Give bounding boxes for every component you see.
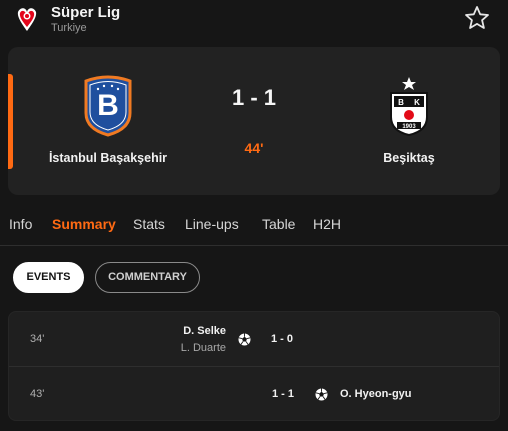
tab-info[interactable]: Info <box>9 216 32 232</box>
top-bar: Süper Lig Turkiye <box>0 0 508 40</box>
tab-h2h[interactable]: H2H <box>313 216 341 232</box>
event-minute: 43' <box>30 388 45 400</box>
tab-table[interactable]: Table <box>262 216 295 232</box>
superlig-logo-icon <box>17 8 37 31</box>
home-team-name: İstanbul Başakşehir <box>48 151 168 165</box>
match-score: 1 - 1 <box>231 85 277 110</box>
soccer-ball-icon <box>238 333 251 346</box>
svg-text:1903: 1903 <box>402 124 416 130</box>
event-row: 34' D. Selke L. Duarte 1 - 0 <box>9 312 499 367</box>
tab-stats[interactable]: Stats <box>133 216 165 232</box>
commentary-filter-button[interactable]: COMMENTARY <box>95 262 200 293</box>
match-card: B İstanbul Başakşehir 1 - 1 44' B K 1903… <box>8 47 500 195</box>
away-team[interactable]: B K 1903 Beşiktaş <box>339 73 479 165</box>
event-row: 43' 1 - 1 O. Hyeon-gyu <box>9 367 499 420</box>
league-name[interactable]: Süper Lig <box>51 4 120 21</box>
match-minute: 44' <box>244 140 264 156</box>
event-assist[interactable]: L. Duarte <box>181 342 226 354</box>
basaksehir-crest-icon: B <box>84 75 132 137</box>
away-team-name: Beşiktaş <box>383 151 435 165</box>
event-score: 1 - 1 <box>272 388 295 400</box>
svg-text:B: B <box>97 89 119 122</box>
favorite-star-icon[interactable] <box>464 5 490 31</box>
live-indicator <box>8 74 13 169</box>
besiktas-crest-icon: B K 1903 <box>390 77 428 137</box>
events-filter-button[interactable]: EVENTS <box>13 262 84 293</box>
event-player[interactable]: D. Selke <box>183 325 226 337</box>
match-tabs: Info Summary Stats Line-ups Table H2H <box>0 210 508 246</box>
event-player[interactable]: O. Hyeon-gyu <box>340 388 412 400</box>
event-score: 1 - 0 <box>271 333 294 345</box>
home-team[interactable]: B İstanbul Başakşehir <box>38 73 178 165</box>
event-minute: 34' <box>30 333 45 345</box>
tab-summary[interactable]: Summary <box>52 216 116 232</box>
svg-text:K: K <box>414 98 420 107</box>
svg-text:B: B <box>398 98 404 107</box>
tab-line-ups[interactable]: Line-ups <box>185 216 239 232</box>
league-country: Turkiye <box>51 22 87 34</box>
soccer-ball-icon <box>315 388 328 401</box>
events-list: 34' D. Selke L. Duarte 1 - 0 43' 1 - 1 O… <box>8 311 500 421</box>
